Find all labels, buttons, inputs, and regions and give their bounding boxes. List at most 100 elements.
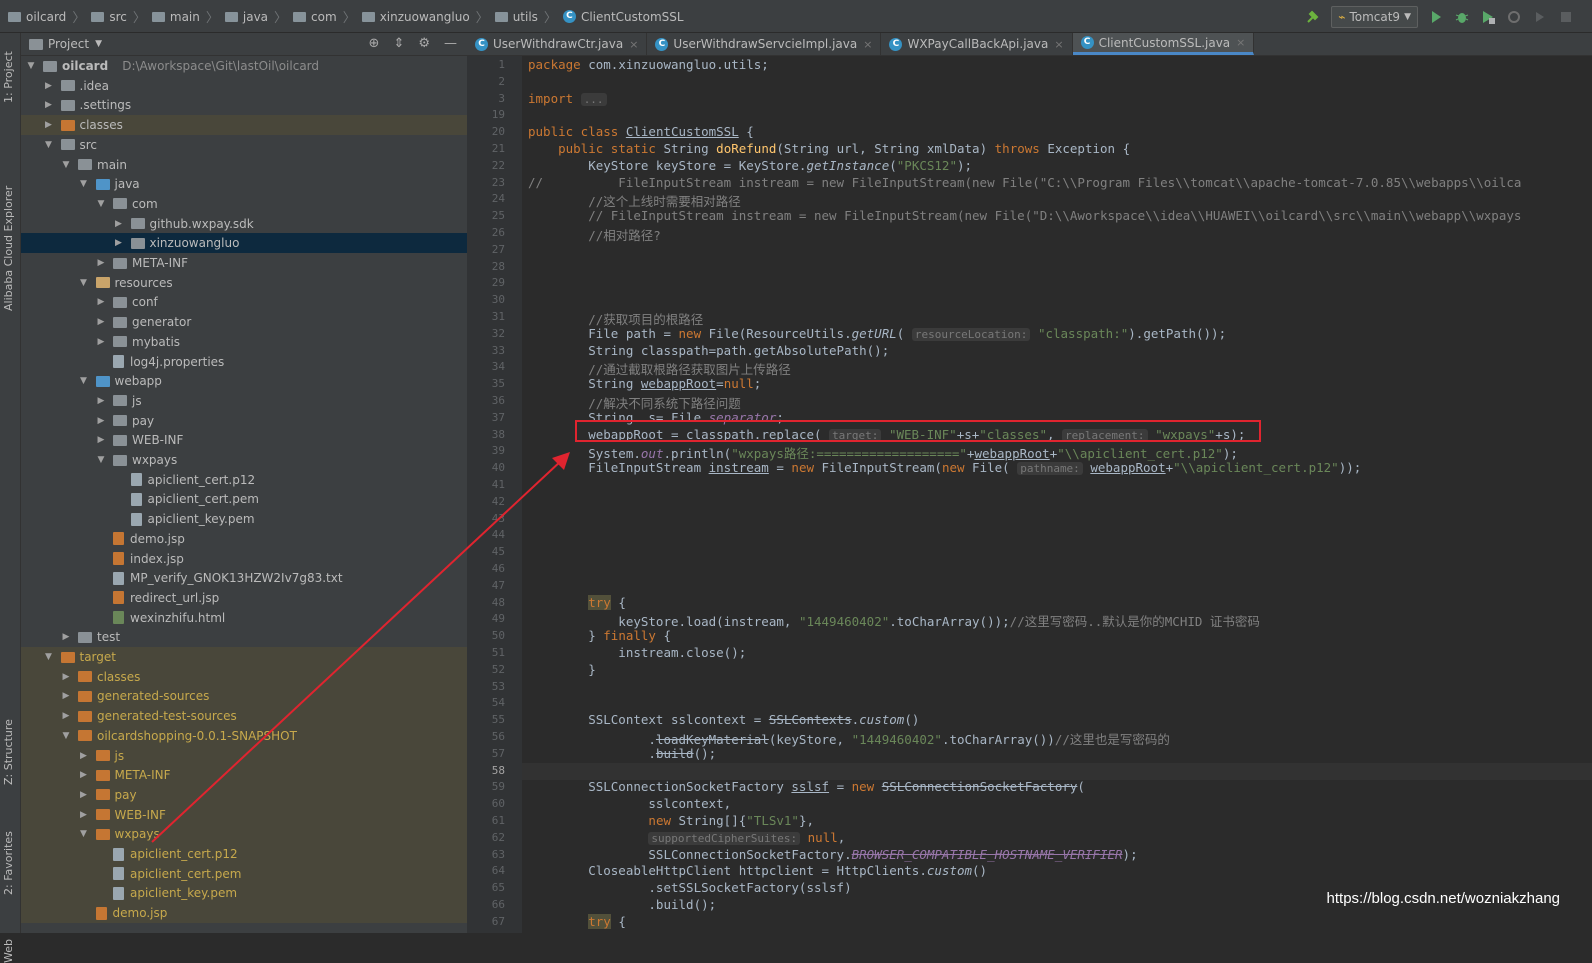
editor-tab[interactable]: C UserWithdrawCtr.java × (467, 33, 648, 55)
collapsed-arrow-icon[interactable]: ▶ (95, 435, 107, 445)
tree-item[interactable]: redirect_url.jsp (21, 588, 467, 608)
tree-item[interactable]: apiclient_key.pem (21, 509, 467, 529)
tree-item[interactable]: ▶ generator (21, 312, 467, 332)
tree-item[interactable]: ▶ classes (21, 115, 467, 136)
tree-item[interactable]: apiclient_cert.pem (21, 489, 467, 509)
web-tool-button[interactable]: Web (2, 939, 15, 963)
code-line[interactable]: .build(); (528, 897, 716, 912)
tree-item[interactable]: ▶ conf (21, 292, 467, 312)
code-line[interactable]: try { (528, 913, 626, 929)
code-line[interactable]: File path = new File(ResourceUtils.getUR… (528, 326, 1226, 341)
tree-item[interactable]: ▶ mybatis (21, 332, 467, 352)
expanded-arrow-icon[interactable]: ▼ (60, 160, 72, 170)
expanded-arrow-icon[interactable]: ▼ (60, 731, 72, 741)
code-line[interactable]: CloseableHttpClient httpclient = HttpCli… (528, 863, 987, 878)
tree-item[interactable]: ▼ resources (21, 273, 467, 293)
breadcrumb-item[interactable]: 〉 com (268, 7, 337, 27)
collapsed-arrow-icon[interactable]: ▶ (60, 672, 72, 682)
tree-item[interactable]: ▶ js (21, 745, 467, 766)
coverage-icon[interactable] (1480, 9, 1496, 25)
tree-item[interactable]: MP_verify_GNOK13HZW2Iv7g83.txt (21, 568, 467, 588)
collapsed-arrow-icon[interactable]: ▶ (113, 219, 125, 229)
expanded-arrow-icon[interactable]: ▼ (25, 61, 37, 71)
collapsed-arrow-icon[interactable]: ▶ (95, 396, 107, 406)
collapsed-arrow-icon[interactable]: ▶ (43, 100, 55, 110)
breadcrumb-item[interactable]: 〉 main (127, 7, 200, 27)
close-icon[interactable]: × (1236, 36, 1245, 49)
build-hammer-icon[interactable] (1305, 9, 1321, 25)
tree-item[interactable]: ▼ main (21, 155, 467, 175)
tree-item[interactable]: ▶ .settings (21, 95, 467, 115)
tree-item[interactable]: ▶ github.wxpay.sdk (21, 214, 467, 234)
collapsed-arrow-icon[interactable]: ▶ (78, 770, 90, 780)
code-line[interactable]: FileInputStream instream = new FileInput… (528, 460, 1361, 476)
code-line[interactable]: SSLConnectionSocketFactory sslsf = new S… (528, 779, 1085, 794)
tree-item[interactable]: ▼ wxpays (21, 450, 467, 470)
attach-icon[interactable] (1532, 9, 1548, 25)
editor-tab[interactable]: C ClientCustomSSL.java × (1072, 33, 1255, 55)
code-line[interactable]: SSLConnectionSocketFactory.BROWSER_COMPA… (528, 847, 1137, 862)
close-icon[interactable]: × (1054, 38, 1063, 51)
code-line[interactable]: .build(); (528, 746, 716, 761)
code-line[interactable]: instream.close(); (528, 645, 746, 660)
collapse-all-icon[interactable]: ⇕ (393, 36, 404, 51)
tree-item[interactable]: index.jsp (21, 549, 467, 569)
tree-item[interactable]: apiclient_key.pem (21, 883, 467, 904)
favorites-tool-button[interactable]: 2: Favorites (2, 831, 15, 895)
code-line[interactable]: supportedCipherSuites: null, (528, 830, 845, 845)
tree-item[interactable]: ▶ pay (21, 784, 467, 805)
tree-item[interactable]: ▼ oilcardshopping-0.0.1-SNAPSHOT (21, 725, 467, 746)
collapsed-arrow-icon[interactable]: ▶ (78, 810, 90, 820)
expanded-arrow-icon[interactable]: ▼ (95, 455, 107, 465)
collapsed-arrow-icon[interactable]: ▶ (95, 258, 107, 268)
code-line[interactable]: public static String doRefund(String url… (528, 141, 1130, 156)
code-line[interactable]: // FileInputStream instream = new FileIn… (528, 175, 1521, 190)
tree-item[interactable]: ▶ generated-test-sources (21, 706, 467, 727)
tree-item[interactable]: ▶ .idea (21, 76, 467, 96)
breadcrumb-item[interactable]: 〉 xinzuowangluo (337, 7, 470, 27)
collapsed-arrow-icon[interactable]: ▶ (113, 238, 125, 248)
stop-icon[interactable] (1558, 9, 1574, 25)
code-line[interactable]: // FileInputStream instream = new FileIn… (528, 208, 1521, 223)
editor-tab[interactable]: C WXPayCallBackApi.java × (881, 33, 1073, 55)
minimize-icon[interactable]: — (444, 36, 457, 51)
project-tool-button[interactable]: 1: Project (2, 51, 15, 103)
code-line[interactable]: String classpath=path.getAbsolutePath(); (528, 343, 889, 358)
breadcrumb-item[interactable]: oilcard (8, 10, 66, 24)
collapsed-arrow-icon[interactable]: ▶ (78, 790, 90, 800)
code-line[interactable]: String webappRoot=null; (528, 376, 761, 391)
tree-item[interactable]: demo.jsp (21, 529, 467, 549)
breadcrumb-item[interactable]: 〉 C ClientCustomSSL (538, 7, 684, 27)
tree-item[interactable]: ▶ classes (21, 666, 467, 687)
close-icon[interactable]: × (863, 38, 872, 51)
expanded-arrow-icon[interactable]: ▼ (43, 652, 55, 662)
tree-item[interactable]: ▶ generated-sources (21, 686, 467, 707)
code-line[interactable]: .setSSLSocketFactory(sslsf) (528, 880, 851, 895)
expanded-arrow-icon[interactable]: ▼ (78, 829, 90, 839)
locate-target-icon[interactable]: ⊕ (369, 36, 380, 51)
code-line[interactable]: SSLContext sslcontext = SSLContexts.cust… (528, 712, 919, 727)
tree-item[interactable]: log4j.properties (21, 352, 467, 372)
tree-item[interactable]: ▼ src (21, 135, 467, 155)
gear-icon[interactable]: ⚙ (418, 36, 430, 51)
tree-item[interactable]: ▼ webapp (21, 371, 467, 391)
code-line[interactable]: public class ClientCustomSSL { (528, 124, 754, 139)
code-line[interactable]: try { (528, 594, 626, 610)
expanded-arrow-icon[interactable]: ▼ (78, 179, 90, 189)
run-configuration-select[interactable]: ⌁ Tomcat9 ▼ (1331, 5, 1418, 28)
collapsed-arrow-icon[interactable]: ▶ (95, 317, 107, 327)
tree-item[interactable]: apiclient_cert.p12 (21, 844, 467, 864)
code-line[interactable]: } finally { (528, 628, 671, 643)
code-line[interactable]: KeyStore keyStore = KeyStore.getInstance… (528, 158, 972, 173)
collapsed-arrow-icon[interactable]: ▶ (60, 711, 72, 721)
breadcrumb-item[interactable]: 〉 utils (470, 7, 538, 27)
collapsed-arrow-icon[interactable]: ▶ (43, 120, 55, 130)
code-line[interactable]: package com.xinzuowangluo.utils; (528, 57, 769, 72)
tree-item[interactable]: ▶ META-INF (21, 765, 467, 786)
code-line[interactable]: } (528, 662, 596, 677)
expanded-arrow-icon[interactable]: ▼ (43, 140, 55, 150)
run-icon[interactable] (1428, 9, 1444, 25)
tree-item[interactable]: ▼ com (21, 194, 467, 214)
expanded-arrow-icon[interactable]: ▼ (95, 199, 107, 209)
collapsed-arrow-icon[interactable]: ▶ (95, 416, 107, 426)
